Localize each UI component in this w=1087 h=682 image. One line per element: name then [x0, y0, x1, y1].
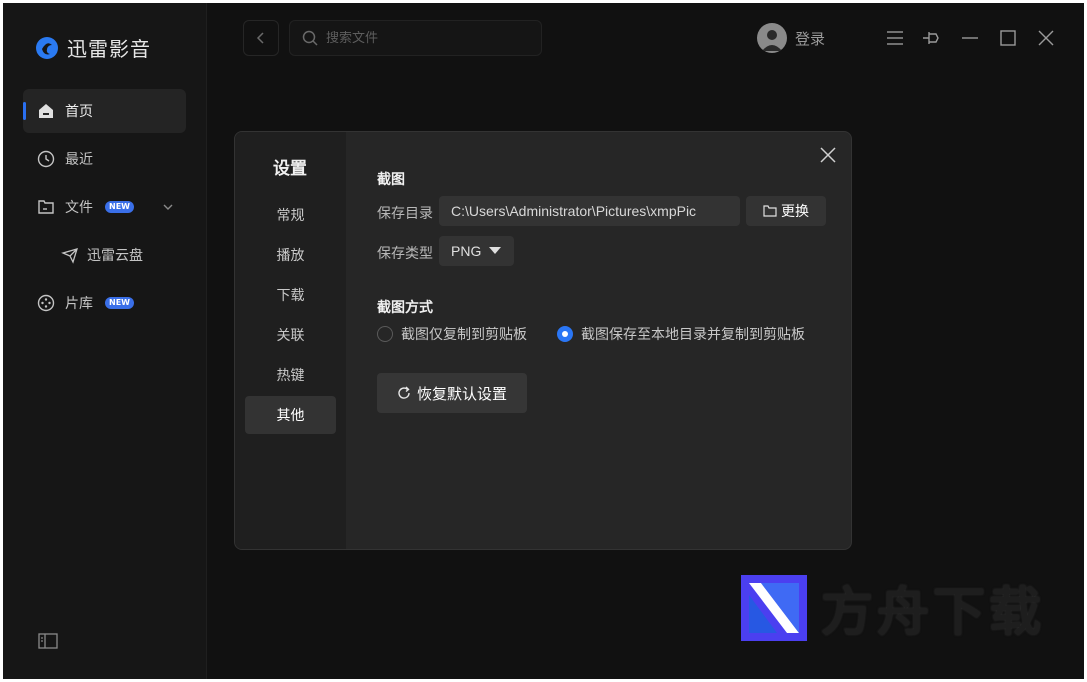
restore-defaults-label: 恢复默认设置: [416, 384, 507, 403]
search-bar[interactable]: [289, 20, 542, 56]
close-icon: [1038, 30, 1054, 46]
save-dir-value: C:\Users\Administrator\Pictures\xmpPic: [451, 203, 697, 219]
radio-label: 截图仅复制到剪贴板: [401, 327, 527, 343]
change-dir-label: 更换: [781, 204, 809, 220]
pin-button[interactable]: [921, 27, 943, 49]
login-label: 登录: [795, 29, 826, 48]
close-icon: [820, 147, 836, 163]
chevron-left-icon: [256, 32, 264, 44]
close-window-button[interactable]: [1035, 27, 1057, 49]
sidebar-subitem-label: 迅雷云盘: [87, 248, 143, 264]
sidebar-panel-icon: [38, 633, 58, 649]
active-indicator: [23, 102, 26, 120]
film-reel-icon: [37, 294, 55, 312]
chevron-down-icon[interactable]: [162, 201, 174, 213]
change-dir-button[interactable]: 更换: [746, 196, 826, 226]
app-logo: 迅雷影音: [35, 33, 151, 62]
radio-unchecked: [377, 326, 393, 342]
xunlei-logo-icon: [36, 36, 58, 59]
tab-download[interactable]: 下载: [245, 276, 336, 314]
watermark-logo-icon: [741, 574, 807, 641]
settings-dialog: 设置 常规 播放 下载 关联 热键 其他 截图 保存目录 C:\Users\Ad…: [234, 131, 852, 550]
search-input[interactable]: [326, 30, 526, 46]
new-badge: NEW: [105, 201, 134, 213]
avatar: [757, 23, 787, 53]
minimize-button[interactable]: [959, 27, 981, 49]
sidebar-toggle-button[interactable]: [38, 633, 58, 653]
minimize-icon: [962, 37, 978, 39]
sidebar-subitem-cloud[interactable]: 迅雷云盘: [61, 243, 143, 267]
mode-section-title: 截图方式: [377, 300, 433, 316]
sidebar-item-home[interactable]: 首页: [23, 89, 186, 133]
save-type-label: 保存类型: [377, 246, 433, 262]
restore-defaults-button[interactable]: 恢复默认设置: [377, 373, 527, 413]
sidebar-item-library[interactable]: 片库 NEW: [23, 281, 186, 325]
radio-checked: [557, 326, 573, 342]
tab-general[interactable]: 常规: [245, 196, 336, 234]
dialog-close-button[interactable]: [817, 144, 839, 166]
sidebar-item-label: 文件: [65, 200, 93, 216]
settings-nav: 设置 常规 播放 下载 关联 热键 其他: [235, 132, 346, 549]
maximize-icon: [1000, 30, 1016, 46]
watermark: 方舟下载: [741, 570, 1045, 645]
save-type-value: PNG: [451, 243, 482, 259]
new-badge: NEW: [105, 297, 134, 309]
folder-icon: [763, 205, 777, 217]
save-dir-field[interactable]: C:\Users\Administrator\Pictures\xmpPic: [439, 196, 740, 226]
save-type-select[interactable]: PNG: [439, 236, 514, 266]
radio-label: 截图保存至本地目录并复制到剪贴板: [581, 327, 805, 343]
tab-playback[interactable]: 播放: [245, 236, 336, 274]
sidebar-item-label: 片库: [65, 296, 93, 312]
save-dir-label: 保存目录: [377, 206, 433, 222]
folder-icon: [38, 200, 54, 214]
sidebar: 迅雷影音 首页 最近 文件 NEW 迅雷云盘 片库 NEW: [3, 3, 207, 679]
tab-association[interactable]: 关联: [245, 316, 336, 354]
sidebar-item-files[interactable]: 文件 NEW: [23, 185, 186, 229]
app-window: 迅雷影音 首页 最近 文件 NEW 迅雷云盘 片库 NEW 搜索文件 登录 设置…: [3, 3, 1084, 679]
settings-title: 设置: [273, 159, 307, 179]
tab-other[interactable]: 其他: [245, 396, 336, 434]
app-name: 迅雷影音: [67, 37, 151, 61]
tab-hotkeys[interactable]: 热键: [245, 356, 336, 394]
refresh-icon: [398, 386, 410, 399]
screenshot-section-title: 截图: [377, 172, 405, 188]
radio-clipboard-only[interactable]: 截图仅复制到剪贴板: [377, 324, 527, 344]
user-icon: [762, 30, 782, 51]
sidebar-item-label: 最近: [65, 152, 93, 168]
menu-button[interactable]: [884, 27, 906, 49]
search-icon: [302, 30, 318, 46]
watermark-text: 方舟下载: [821, 583, 1046, 643]
pin-icon: [923, 32, 939, 44]
clock-icon: [37, 150, 55, 168]
sidebar-item-label: 首页: [65, 104, 93, 120]
cloud-plane-icon: [61, 248, 78, 264]
watermark-logo: [741, 574, 807, 641]
caret-down-icon: [489, 247, 502, 254]
sidebar-item-recent[interactable]: 最近: [23, 137, 186, 181]
home-icon: [39, 104, 53, 118]
maximize-button[interactable]: [997, 27, 1019, 49]
back-button[interactable]: [243, 20, 279, 56]
radio-save-and-clipboard[interactable]: 截图保存至本地目录并复制到剪贴板: [557, 324, 805, 344]
hamburger-menu-icon: [887, 31, 903, 45]
login-button[interactable]: 登录: [757, 23, 825, 53]
